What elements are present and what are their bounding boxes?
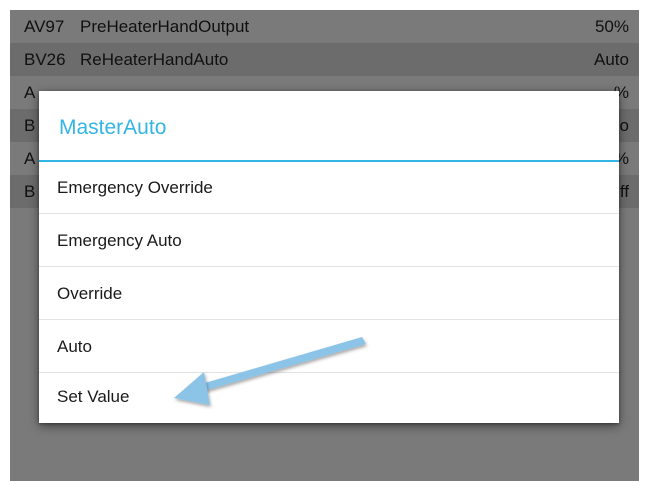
- option-emergency-override[interactable]: Emergency Override: [39, 162, 619, 214]
- option-emergency-auto[interactable]: Emergency Auto: [39, 215, 619, 267]
- option-label: Override: [57, 283, 123, 303]
- point-value: ff: [619, 181, 629, 201]
- point-value: Auto: [594, 49, 629, 69]
- point-row[interactable]: BV26 ReHeaterHandAuto Auto: [10, 43, 639, 76]
- option-auto[interactable]: Auto: [39, 321, 619, 373]
- master-auto-dialog: MasterAuto Emergency Override Emergency …: [39, 91, 619, 423]
- option-label: Auto: [57, 336, 92, 356]
- point-value: o: [619, 115, 629, 135]
- option-label: Emergency Override: [57, 177, 213, 197]
- point-name: PreHeaterHandOutput: [80, 16, 250, 36]
- background-screen: AV97 PreHeaterHandOutput 50% BV26 ReHeat…: [10, 10, 639, 481]
- point-name: ReHeaterHandAuto: [80, 49, 229, 69]
- point-value: 50%: [594, 16, 629, 36]
- option-override[interactable]: Override: [39, 268, 619, 320]
- option-label: Set Value: [57, 387, 130, 406]
- option-label: Emergency Auto: [57, 230, 182, 250]
- point-code: AV97: [24, 16, 65, 36]
- point-row[interactable]: AV97 PreHeaterHandOutput 50%: [10, 10, 639, 43]
- dialog-title: MasterAuto: [59, 116, 167, 139]
- option-set-value[interactable]: Set Value: [39, 371, 619, 423]
- point-code: BV26: [24, 49, 66, 69]
